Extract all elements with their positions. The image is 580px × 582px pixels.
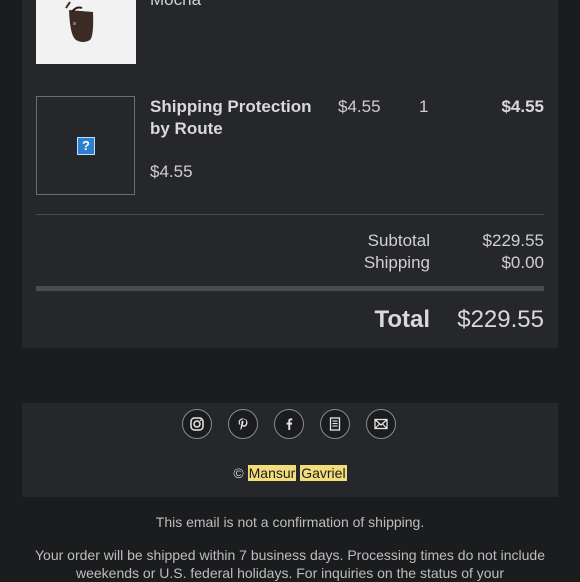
pinterest-icon[interactable]: [228, 409, 258, 439]
brand-name-part1[interactable]: Mansur: [247, 465, 297, 481]
broken-image-icon: ?: [77, 137, 95, 155]
shipping-info-note: Your order will be shipped within 7 busi…: [35, 547, 545, 581]
copyright-symbol: ©: [233, 465, 244, 481]
item-line-total: $4.55: [501, 97, 544, 116]
item-quantity: 1: [419, 97, 429, 116]
footer: © Mansur Gavriel: [22, 403, 558, 497]
instagram-icon[interactable]: [182, 409, 212, 439]
total-value: $229.55: [457, 306, 544, 333]
facebook-icon[interactable]: [274, 409, 304, 439]
subtotal-value: $229.55: [482, 231, 544, 250]
subtotal-label: Subtotal: [367, 231, 430, 250]
total-divider: [36, 286, 544, 291]
product-name-partial: Mocha: [150, 0, 201, 10]
blog-icon[interactable]: [320, 409, 350, 439]
shipping-label: Shipping: [363, 253, 430, 272]
total-label: Total: [374, 306, 430, 333]
item-unit-price: $4.55: [338, 97, 381, 116]
brand-name-part2[interactable]: Gavriel: [300, 465, 347, 481]
email-icon[interactable]: [366, 409, 396, 439]
shipping-value: $0.00: [501, 253, 544, 272]
not-confirmation-note: This email is not a confirmation of ship…: [155, 514, 425, 530]
item-price: $4.55: [150, 162, 193, 181]
item-title: Shipping Protection by Route: [150, 97, 312, 138]
copyright: © Mansur Gavriel: [22, 465, 558, 481]
product-image[interactable]: [36, 0, 136, 64]
item-image-placeholder: ?: [36, 96, 135, 195]
divider: [36, 214, 544, 215]
